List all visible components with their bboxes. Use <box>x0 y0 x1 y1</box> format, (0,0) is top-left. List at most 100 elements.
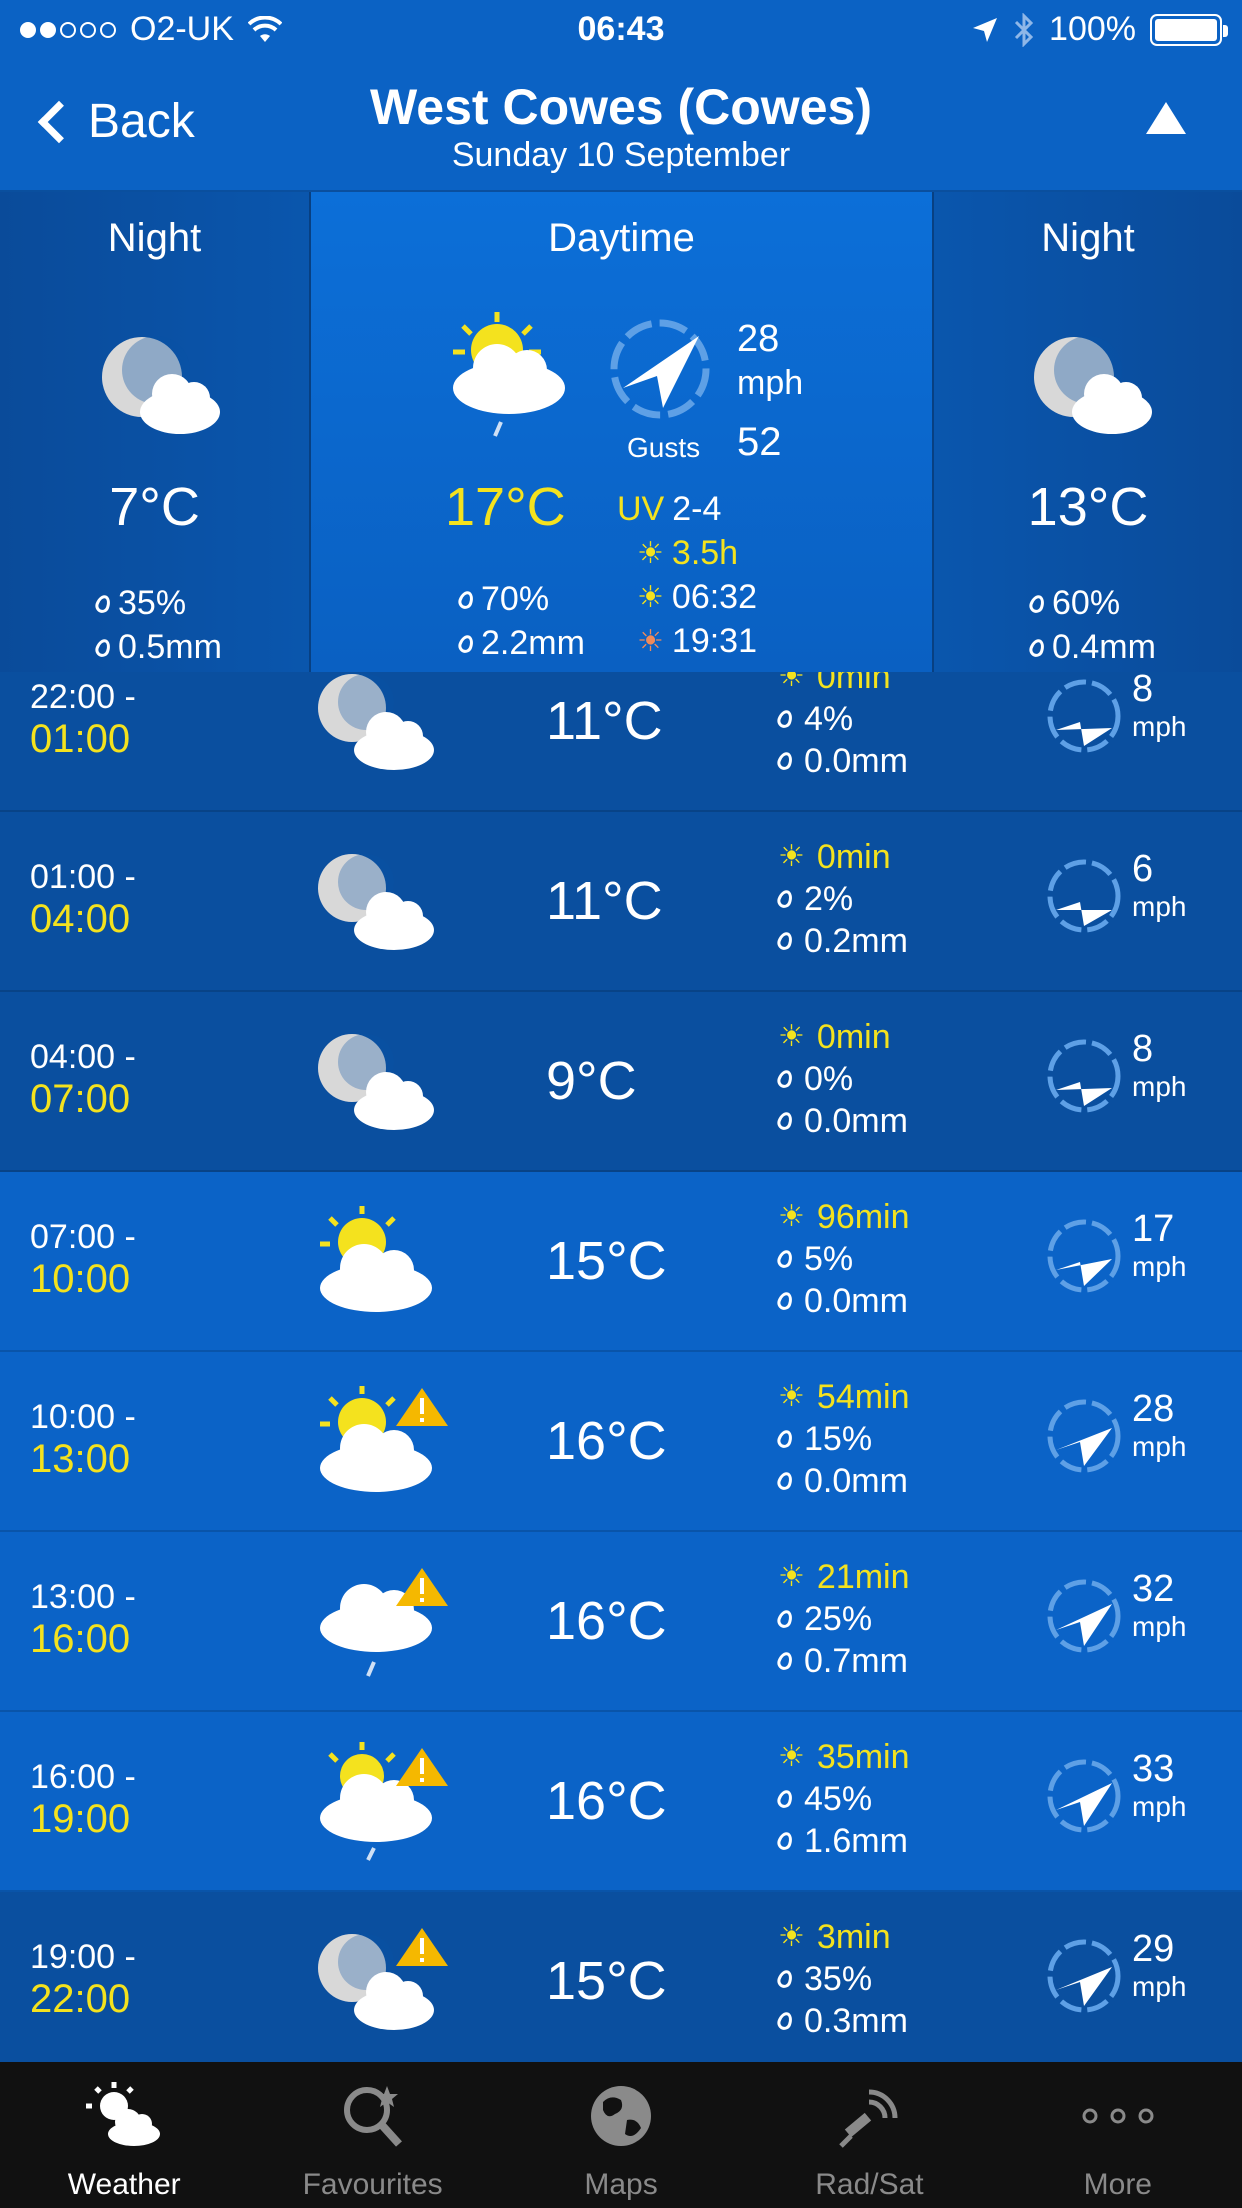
sunrise-icon: ☀ <box>637 581 664 614</box>
night-label: Night <box>107 216 202 260</box>
hourly-forecast-list[interactable]: 22:00 -01:00 11°C ☀ 0min 4% 0.0mm 8 mph 01:00 -0… <box>0 672 1242 2062</box>
tab-weather[interactable]: Weather <box>0 2062 248 2208</box>
row-temp: 16°C <box>546 1771 667 1831</box>
night-label: Night <box>1041 216 1135 260</box>
wind-unit: mph <box>1132 1971 1187 2002</box>
range-start: 22:00 - <box>30 678 136 716</box>
wind-unit: mph <box>737 364 804 402</box>
row-temp: 15°C <box>546 1951 667 2011</box>
tab-label: Maps <box>584 2168 658 2201</box>
sunshine-hours: ☀ 3.5h <box>637 534 739 572</box>
wind-unit: mph <box>1132 711 1187 742</box>
night-temp: 13°C <box>1027 477 1149 537</box>
forecast-row[interactable]: 13:00 -16:00 16°C ☀ 21min 25% 0.7mm 32 mph <box>0 1532 1242 1712</box>
night-precip-prob: 35% <box>93 584 186 623</box>
range-start: 19:00 - <box>30 1938 136 1976</box>
sunset-time: ☀ 19:31 <box>637 622 757 660</box>
sunshine-minutes: ☀ 0min <box>778 1018 891 1056</box>
precip-amount: 0.2mm <box>775 920 908 962</box>
sun-cloud-icon <box>320 1386 448 1492</box>
collapse-triangle-icon[interactable] <box>1146 102 1186 134</box>
time-range: 13:00 -16:00 <box>30 1576 136 1660</box>
forecast-row[interactable]: 16:00 -19:00 16°C ☀ 35min 45% 1.6mm 33 mph <box>0 1712 1242 1892</box>
tab-radsat[interactable]: Rad/Sat <box>745 2062 993 2208</box>
cloud-rain-icon <box>320 1568 448 1677</box>
raindrop-icon <box>775 888 795 910</box>
range-start: 04:00 - <box>30 1038 136 1076</box>
sunshine-minutes: ☀ 3min <box>778 1918 891 1956</box>
row-stats: ☀ 35min 45% 1.6mm <box>775 1736 910 1862</box>
raindrop-icon <box>93 592 113 615</box>
status-bar: O2-UK 06:43 100% <box>0 0 1242 62</box>
tab-bar: Weather Favourites Maps Rad/Sat More <box>0 2062 1242 2208</box>
time-range: 10:00 -13:00 <box>30 1396 136 1480</box>
more-dots-icon <box>1082 2108 1154 2124</box>
summary-night-after[interactable]: Night 13°C 60% 0.4mm <box>932 192 1242 672</box>
range-end: 19:00 <box>30 1797 131 1841</box>
tab-maps[interactable]: Maps <box>497 2062 745 2208</box>
row-stats: ☀ 0min 0% 0.0mm <box>775 1016 908 1142</box>
sunshine-minutes: ☀ 0min <box>778 838 891 876</box>
page-title: West Cowes (Cowes) <box>370 79 872 135</box>
row-temp: 11°C <box>546 691 663 751</box>
raindrop-icon <box>775 1830 795 1852</box>
wind-speed: 17 mph <box>1132 1210 1186 1286</box>
sun-icon: ☀ <box>778 1380 805 1413</box>
sun-icon: ☀ <box>637 537 664 570</box>
wind-direction-icon <box>1047 1939 1121 2013</box>
row-temp: 16°C <box>546 1411 667 1471</box>
row-stats: ☀ 0min 2% 0.2mm <box>775 836 908 962</box>
wind-direction-icon <box>1047 1399 1121 1473</box>
row-stats: ☀ 21min 25% 0.7mm <box>775 1556 910 1682</box>
tab-more[interactable]: More <box>994 2062 1242 2208</box>
summary-daytime[interactable]: Daytime 28 mph Gusts 52 17°C 70% 2.2mm U… <box>311 192 932 672</box>
wind-unit: mph <box>1132 1611 1187 1642</box>
wind-direction-icon <box>1047 1219 1121 1293</box>
battery-percent: 100% <box>1049 10 1136 48</box>
battery-icon <box>1150 13 1228 46</box>
forecast-row[interactable]: 07:00 -10:00 15°C ☀ 96min 5% 0.0mm 17 mph <box>0 1172 1242 1352</box>
raindrop-icon <box>775 1068 795 1090</box>
bluetooth-icon <box>1014 12 1034 47</box>
range-end: 13:00 <box>30 1437 131 1481</box>
wind-direction-icon <box>1047 1579 1121 1653</box>
uv-index: UV 2-4 <box>617 490 722 528</box>
page-subtitle: Sunday 10 September <box>451 136 791 174</box>
forecast-row[interactable]: 22:00 -01:00 11°C ☀ 0min 4% 0.0mm 8 mph <box>0 672 1242 812</box>
row-stats: ☀ 0min 4% 0.0mm <box>775 672 908 782</box>
warning-icon <box>396 1748 448 1786</box>
forecast-row[interactable]: 19:00 -22:00 15°C ☀ 3min 35% 0.3mm 29 mph <box>0 1892 1242 2062</box>
range-start: 13:00 - <box>30 1578 136 1616</box>
wind-direction-icon <box>1047 1039 1121 1113</box>
sunshine-minutes: ☀ 21min <box>778 1558 910 1596</box>
gusts-value: 52 <box>737 420 782 464</box>
sunshine-minutes: ☀ 96min <box>778 1198 910 1236</box>
raindrop-icon <box>775 1788 795 1810</box>
summary-night-before[interactable]: Night 7°C 35% 0.5mm <box>0 192 311 672</box>
range-end: 04:00 <box>30 897 131 941</box>
forecast-row[interactable]: 10:00 -13:00 16°C ☀ 54min 15% 0.0mm 28 mph <box>0 1352 1242 1532</box>
row-stats: ☀ 54min 15% 0.0mm <box>775 1376 910 1502</box>
range-start: 07:00 - <box>30 1218 136 1256</box>
tab-favourites[interactable]: Favourites <box>248 2062 496 2208</box>
raindrop-icon <box>775 1428 795 1450</box>
sun-icon: ☀ <box>778 672 805 693</box>
row-stats: ☀ 3min 35% 0.3mm <box>775 1916 908 2042</box>
favourites-search-icon <box>343 2086 402 2147</box>
sun-cloud-rain-icon <box>320 1742 448 1861</box>
row-temp: 9°C <box>546 1051 637 1111</box>
row-temp: 11°C <box>546 871 663 931</box>
precip-amount: 0.0mm <box>775 740 908 782</box>
raindrop-icon <box>456 588 476 611</box>
raindrop-icon <box>775 1248 795 1270</box>
wind-direction-icon <box>1047 1759 1121 1833</box>
moon-cloud-icon <box>318 1034 434 1130</box>
night-precip-amount: 0.4mm <box>1027 628 1156 667</box>
tab-label: Rad/Sat <box>815 2168 924 2201</box>
forecast-row[interactable]: 04:00 -07:00 9°C ☀ 0min 0% 0.0mm 8 mph <box>0 992 1242 1172</box>
precip-prob: 0% <box>775 1058 908 1100</box>
range-start: 16:00 - <box>30 1758 136 1796</box>
forecast-row[interactable]: 01:00 -04:00 11°C ☀ 0min 2% 0.2mm 6 mph <box>0 812 1242 992</box>
precip-amount: 0.7mm <box>775 1640 910 1682</box>
time-range: 07:00 -10:00 <box>30 1216 136 1300</box>
